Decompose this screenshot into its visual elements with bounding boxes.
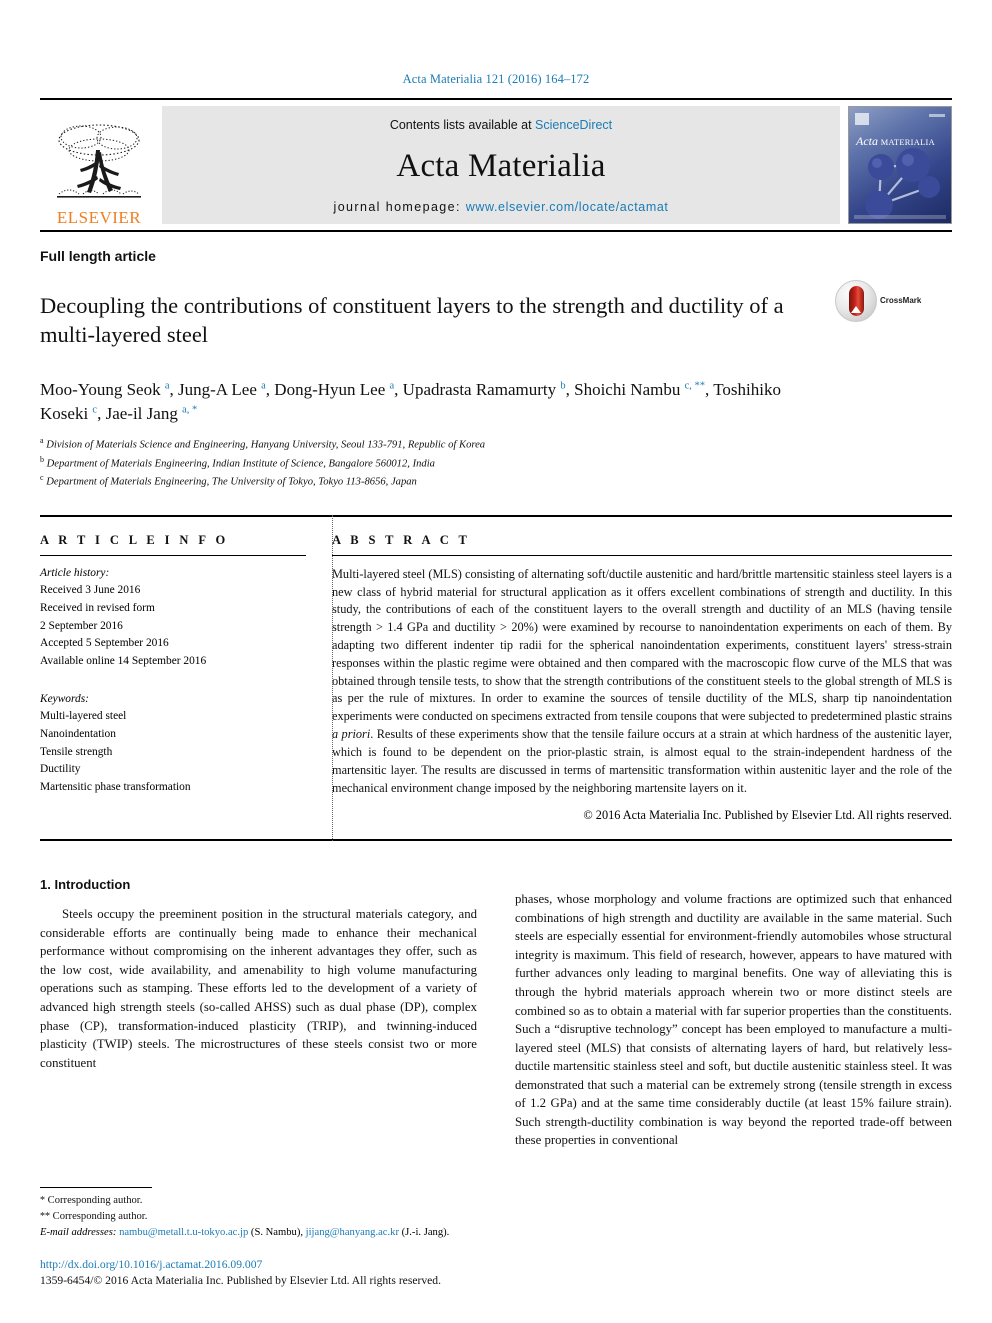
cover-publisher-mark [855,113,869,125]
abstract-bottom-rule [40,839,952,842]
journal-homepage-line: journal homepage: www.elsevier.com/locat… [334,200,669,214]
elsevier-logo: ELSEVIER [40,100,158,230]
article-info-column: A R T I C L E I N F O Article history: R… [40,517,332,824]
journal-masthead: ELSEVIER Contents lists available at Sci… [40,98,952,232]
masthead-center: Contents lists available at ScienceDirec… [162,106,840,224]
abstract-body: Multi-layered steel (MLS) consisting of … [332,566,952,798]
keyword-item: Ductility [40,763,81,776]
footnote-area: * Corresponding author. ** Corresponding… [40,1186,492,1289]
affiliation-b-mark: b [40,454,44,464]
body-column-left: 1. Introduction Steels occupy the preemi… [40,877,477,1162]
affiliation-b-text: Department of Materials Engineering, Ind… [46,458,435,470]
history-revised-label: Received in revised form [40,602,155,615]
intro-paragraph-left: Steels occupy the preeminent position in… [40,907,477,1070]
crossmark-triangle-icon [851,306,861,313]
history-accepted: Accepted 5 September 2016 [40,637,169,650]
abstract-body-part2: . Results of these experiments show that… [332,727,952,795]
paper-page: Acta Materialia 121 (2016) 164–172 ELSEV… [0,0,992,1323]
keywords-block: Keywords: Multi-layered steel Nanoindent… [40,691,306,797]
cover-artwork: Acta MATERIALIA [849,107,951,223]
running-head: Acta Materialia 121 (2016) 164–172 [402,72,590,86]
contents-available-line: Contents lists available at ScienceDirec… [390,118,612,132]
affiliation-c: c Department of Materials Engineering, T… [40,472,952,490]
doi-block: http://dx.doi.org/10.1016/j.actamat.2016… [40,1257,492,1289]
keyword-item: Martensitic phase transformation [40,781,191,794]
affiliation-a: a Division of Materials Science and Engi… [40,435,952,453]
cover-corner-mark [929,114,945,117]
footnote-corresponding-2-text: Corresponding author. [52,1210,148,1222]
article-info-rule [40,554,306,556]
email-addresses-label: E-mail addresses: [40,1226,117,1238]
footnote-emails: E-mail addresses: nambu@metall.t.u-tokyo… [40,1225,492,1241]
affiliation-c-mark: c [40,473,44,483]
page-title: Decoupling the contributions of constitu… [40,293,784,348]
section-heading-introduction: 1. Introduction [40,877,131,893]
elsevier-tree-icon [57,124,141,198]
crossmark-badge[interactable]: CrossMark [835,280,931,322]
article-type-label: Full length article [40,248,156,264]
affiliation-c-text: Department of Materials Engineering, The… [46,476,417,488]
article-info-heading: A R T I C L E I N F O [40,532,229,547]
footnote-corresponding-1: * Corresponding author. [40,1193,492,1209]
cover-network-diagram-icon [865,148,940,219]
crossmark-label: CrossMark [880,296,922,305]
issn-copyright-line: 1359-6454/© 2016 Acta Materialia Inc. Pu… [40,1273,441,1287]
footnote-rule [40,1186,152,1188]
elsevier-wordmark: ELSEVIER [56,208,142,227]
sciencedirect-link[interactable]: ScienceDirect [535,118,612,132]
title-row: Decoupling the contributions of constitu… [40,276,952,364]
keyword-item: Nanoindentation [40,728,116,741]
info-abstract-section: A R T I C L E I N F O Article history: R… [40,514,952,842]
affiliation-a-mark: a [40,436,44,446]
email-owner-nambu: (S. Nambu), [250,1226,304,1238]
keyword-item: Tensile strength [40,745,113,758]
crossmark-icon [835,280,877,322]
author-list: Moo-Young Seok a, Jung-A Lee a, Dong-Hyu… [40,380,781,424]
body-column-right: phases, whose morphology and volume frac… [515,877,952,1162]
crossmark-icon-inner [848,286,864,316]
email-owner-jang: (J.-i. Jang). [401,1226,450,1238]
body-columns: 1. Introduction Steels occupy the preemi… [40,877,952,1162]
contents-prefix: Contents lists available at [389,118,536,132]
footnote-marker-double: ** [40,1210,50,1222]
keywords-label: Keywords: [40,692,89,705]
info-abstract-wrapper: A R T I C L E I N F O Article history: R… [40,514,952,842]
abstract-rule [332,554,952,556]
column-divider [332,514,333,842]
journal-title: Acta Materialia [396,147,606,184]
abstract-body-italic: a priori [332,727,371,742]
email-link-nambu[interactable]: nambu@metall.t.u-tokyo.ac.jp [119,1227,248,1238]
intro-paragraph-right: phases, whose morphology and volume frac… [515,892,952,1148]
footnote-corresponding-1-text: Corresponding author. [47,1194,143,1206]
footnote-marker-single: * [40,1194,45,1206]
history-available-online: Available online 14 September 2016 [40,655,207,668]
journal-cover-thumbnail: Acta MATERIALIA [848,106,952,224]
keyword-item: Multi-layered steel [40,710,127,723]
footnote-corresponding-2: ** Corresponding author. [40,1209,492,1225]
cover-footer-bar [854,215,946,219]
abstract-copyright: © 2016 Acta Materialia Inc. Published by… [583,808,952,823]
journal-homepage-link[interactable]: www.elsevier.com/locate/actamat [466,200,669,214]
affiliation-a-text: Division of Materials Science and Engine… [46,439,486,451]
article-history-label: Article history: [40,566,110,579]
history-revised-date: 2 September 2016 [40,619,123,632]
abstract-body-part1: Multi-layered steel (MLS) consisting of … [332,566,952,724]
article-history-block: Article history: Received 3 June 2016 Re… [40,565,306,671]
homepage-prefix: journal homepage: [333,200,466,214]
affiliation-b: b Department of Materials Engineering, I… [40,454,952,472]
history-received: Received 3 June 2016 [40,584,141,597]
email-link-jang[interactable]: jijang@hanyang.ac.kr [306,1227,399,1238]
abstract-heading: A B S T R A C T [332,532,471,547]
affiliation-list: a Division of Materials Science and Engi… [40,435,952,490]
abstract-column: A B S T R A C T Multi-layered steel (MLS… [332,517,952,824]
doi-link[interactable]: http://dx.doi.org/10.1016/j.actamat.2016… [40,1257,492,1273]
